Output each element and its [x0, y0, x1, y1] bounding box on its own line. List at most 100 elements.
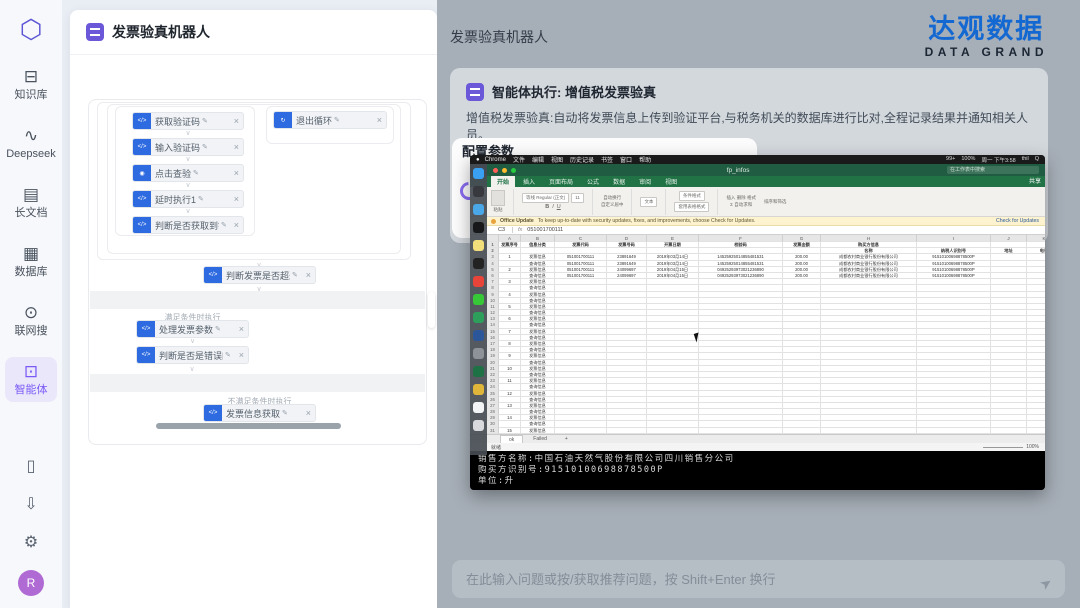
font-size-select[interactable]: 11	[571, 193, 584, 203]
table-cell[interactable]	[555, 428, 607, 434]
close-icon[interactable]: ×	[234, 143, 239, 152]
minimize-window-icon[interactable]	[502, 168, 507, 173]
menubar-item[interactable]: 文件	[513, 155, 525, 164]
table-cell[interactable]	[699, 428, 783, 434]
column-header[interactable]: I	[917, 235, 991, 242]
close-icon[interactable]: ×	[239, 351, 244, 360]
close-icon[interactable]: ×	[234, 117, 239, 126]
close-icon[interactable]: ×	[377, 116, 382, 125]
excel-search-box[interactable]: 在工作表中搜索	[947, 166, 1039, 174]
table-cell[interactable]	[1027, 428, 1045, 434]
dock-app-icon[interactable]	[473, 366, 484, 377]
menubar-item[interactable]: 编辑	[532, 155, 544, 164]
wrap-text-button[interactable]: 自动换行	[603, 195, 621, 201]
table-cell[interactable]: 15	[499, 428, 521, 434]
dock-app-icon[interactable]	[473, 294, 484, 305]
ribbon-tab[interactable]: 数据	[607, 175, 631, 187]
workflow-node[interactable]: </> 发票信息获取 ✎ ×	[203, 404, 316, 422]
horizontal-scrollbar[interactable]	[156, 423, 341, 429]
workflow-node[interactable]: </> 判断是否是错误的... ✎ ×	[136, 346, 249, 364]
dock-app-icon[interactable]	[473, 186, 484, 197]
cells-group-buttons[interactable]: 插入 删除 格式	[726, 195, 756, 201]
dock-app-icon[interactable]	[473, 258, 484, 269]
edit-icon[interactable]: ✎	[221, 221, 227, 229]
dock-app-icon[interactable]	[473, 222, 484, 233]
dock-app-icon[interactable]	[473, 420, 484, 431]
table-cell[interactable]	[647, 428, 699, 434]
workflow-node[interactable]: </> 输入验证码 ✎ ×	[132, 138, 244, 156]
sidebar-item[interactable]: ⊟ 知识库	[5, 62, 57, 107]
dock-app-icon[interactable]	[473, 330, 484, 341]
edit-icon[interactable]: ✎	[292, 271, 298, 279]
dock-app-icon[interactable]	[473, 204, 484, 215]
autosum-button[interactable]: Σ 自动求和	[730, 202, 752, 208]
ribbon-tab[interactable]: 页面布局	[543, 175, 579, 187]
workflow-node[interactable]: </> 判断是否获取到错... ✎ ×	[132, 216, 244, 234]
workflow-node[interactable]: </> 获取验证码 ✎ ×	[132, 112, 244, 130]
chat-input[interactable]	[452, 560, 1039, 598]
italic-button[interactable]: I	[552, 204, 554, 210]
column-header[interactable]: A	[499, 235, 521, 242]
maximize-window-icon[interactable]	[511, 168, 516, 173]
apple-menu-icon[interactable]: ●	[476, 157, 480, 163]
menubar-item[interactable]: 帮助	[639, 155, 651, 164]
ribbon-tab[interactable]: 视图	[659, 175, 683, 187]
edit-icon[interactable]: ✎	[202, 143, 208, 151]
sidebar-tool-icon[interactable]: ▯	[27, 456, 36, 476]
close-icon[interactable]: ×	[234, 221, 239, 230]
font-name-select[interactable]: 等线 Regular (正文)	[522, 193, 569, 203]
sidebar-item[interactable]: ▦ 数据库	[5, 239, 57, 284]
dock-app-icon[interactable]	[473, 402, 484, 413]
user-avatar[interactable]: R	[18, 570, 44, 596]
table-cell[interactable]	[917, 428, 991, 434]
zoom-slider[interactable]	[983, 447, 1023, 448]
sidebar-item[interactable]: ▤ 长文档	[5, 180, 57, 225]
column-header[interactable]: B	[521, 235, 555, 242]
sheet-tab[interactable]: Failed	[525, 435, 555, 443]
column-header[interactable]: C	[555, 235, 607, 242]
ribbon-tab[interactable]: 插入	[517, 175, 541, 187]
menubar-item[interactable]: 窗口	[620, 155, 632, 164]
menubar-item[interactable]: 视图	[551, 155, 563, 164]
table-cell[interactable]	[783, 428, 821, 434]
workflow-node[interactable]: ↻ 退出循环 ✎ ×	[273, 111, 387, 129]
close-icon[interactable]: ×	[234, 169, 239, 178]
share-button[interactable]: 共享	[1029, 176, 1041, 187]
sidebar-item[interactable]: ⊡ 智能体	[5, 357, 57, 402]
workflow-canvas[interactable]: ∨ </> 获取验证码 ✎ × ∨ </>	[88, 99, 427, 445]
edit-icon[interactable]: ✎	[202, 117, 208, 125]
edit-icon[interactable]: ✎	[225, 351, 231, 359]
column-header[interactable]: D	[607, 235, 647, 242]
table-cell[interactable]	[821, 428, 917, 434]
workflow-node[interactable]: </> 判断发票是否超过... ✎ ×	[203, 266, 316, 284]
conditional-format-button[interactable]: 条件格式	[679, 191, 705, 201]
bold-button[interactable]: B	[545, 204, 549, 210]
send-icon[interactable]: ➤	[1037, 565, 1068, 594]
menubar-item[interactable]: 历史记录	[570, 155, 594, 164]
dock-app-icon[interactable]	[473, 312, 484, 323]
sidebar-item[interactable]: ∿ Deepseek	[5, 121, 57, 166]
row-header[interactable]: 31	[487, 428, 499, 434]
column-header[interactable]: G	[783, 235, 821, 242]
edit-icon[interactable]: ✎	[198, 195, 204, 203]
workflow-node[interactable]: ◉ 点击查验 ✎ ×	[132, 164, 244, 182]
cell-name-box[interactable]: C3	[491, 227, 513, 233]
workflow-node[interactable]: </> 处理发票参数 ✎ ×	[136, 320, 249, 338]
ribbon-tab[interactable]: 审阅	[633, 175, 657, 187]
table-cell[interactable]: 发票信息	[521, 428, 555, 434]
close-icon[interactable]: ×	[239, 325, 244, 334]
workflow-node[interactable]: </> 延时执行1 ✎ ×	[132, 190, 244, 208]
add-sheet-button[interactable]: +	[557, 435, 576, 443]
merge-center-button[interactable]: 自定义居中	[601, 202, 624, 208]
number-format-select[interactable]: 文本	[640, 197, 657, 207]
ribbon-tab[interactable]: 公式	[581, 175, 605, 187]
edit-icon[interactable]: ✎	[334, 116, 340, 124]
paste-icon[interactable]	[491, 190, 505, 206]
sort-filter-button[interactable]: 排序和筛选	[764, 199, 787, 205]
ribbon-tab[interactable]: 开始	[491, 175, 515, 187]
edit-icon[interactable]: ✎	[282, 409, 288, 417]
close-icon[interactable]: ×	[234, 195, 239, 204]
column-header[interactable]: H	[821, 235, 917, 242]
dock-app-icon[interactable]	[473, 168, 484, 179]
close-icon[interactable]: ×	[306, 271, 311, 280]
